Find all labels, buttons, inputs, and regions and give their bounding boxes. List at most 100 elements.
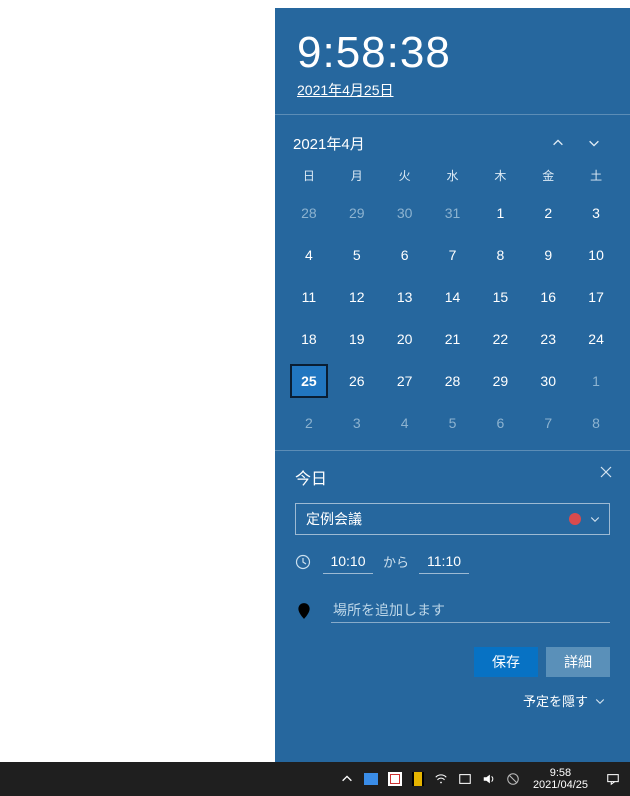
wifi-icon bbox=[434, 772, 448, 786]
calendar-month-title[interactable]: 2021年4月 bbox=[293, 133, 365, 154]
calendar-day[interactable]: 26 bbox=[333, 360, 381, 402]
tray-ime-button[interactable] bbox=[453, 762, 477, 796]
calendar-header: 2021年4月 bbox=[285, 125, 620, 161]
prev-month-button[interactable] bbox=[540, 127, 576, 159]
calendar-day[interactable]: 19 bbox=[333, 318, 381, 360]
clock-icon bbox=[295, 554, 313, 570]
monitor-icon bbox=[364, 773, 378, 785]
calendar-color-dot bbox=[569, 513, 581, 525]
event-time-row: から bbox=[295, 549, 610, 574]
location-input[interactable] bbox=[331, 598, 610, 623]
calendar-day[interactable]: 6 bbox=[381, 234, 429, 276]
end-time-input[interactable] bbox=[419, 549, 469, 574]
tray-network-button[interactable] bbox=[429, 762, 453, 796]
calendar-day[interactable]: 20 bbox=[381, 318, 429, 360]
location-icon bbox=[295, 602, 313, 620]
calendar-day[interactable]: 2 bbox=[285, 402, 333, 444]
start-time-input[interactable] bbox=[323, 549, 373, 574]
event-subject-dropdown[interactable]: 定例会議 bbox=[295, 503, 610, 535]
calendar-day[interactable]: 7 bbox=[524, 402, 572, 444]
close-button[interactable] bbox=[600, 465, 612, 483]
next-month-button[interactable] bbox=[576, 127, 612, 159]
event-subject-text: 定例会議 bbox=[306, 509, 569, 529]
clock-block: 9:58:38 2021年4月25日 bbox=[275, 8, 630, 114]
calendar-day[interactable]: 30 bbox=[524, 360, 572, 402]
taskbar: 9:58 2021/04/25 bbox=[0, 762, 630, 796]
action-center-button[interactable] bbox=[596, 762, 630, 796]
calendar-day-today[interactable]: 25 bbox=[285, 360, 333, 402]
notification-icon bbox=[606, 772, 620, 786]
calendar-day[interactable]: 7 bbox=[429, 234, 477, 276]
calendar-day[interactable]: 1 bbox=[572, 360, 620, 402]
calendar-day[interactable]: 21 bbox=[429, 318, 477, 360]
tray-volume-button[interactable] bbox=[477, 762, 501, 796]
calendar-day[interactable]: 14 bbox=[429, 276, 477, 318]
chevron-down-icon bbox=[587, 136, 601, 150]
calendar-day[interactable]: 10 bbox=[572, 234, 620, 276]
calendar-day[interactable]: 31 bbox=[429, 192, 477, 234]
speaker-icon bbox=[482, 772, 496, 786]
chevron-up-icon bbox=[340, 772, 354, 786]
calendar-day[interactable]: 2 bbox=[524, 192, 572, 234]
calendar-dow: 木 bbox=[476, 161, 524, 192]
calendar-day[interactable]: 15 bbox=[476, 276, 524, 318]
calendar-day[interactable]: 6 bbox=[476, 402, 524, 444]
calendar-block: 2021年4月 日月火水木金土2829303112345678910111213… bbox=[275, 115, 630, 450]
event-block: 今日 定例会議 から 保存 詳細 bbox=[275, 451, 630, 720]
ime-icon bbox=[458, 772, 472, 786]
calendar-day[interactable]: 24 bbox=[572, 318, 620, 360]
calendar-grid: 日月火水木金土282930311234567891011121314151617… bbox=[285, 161, 620, 444]
calendar-dow: 水 bbox=[429, 161, 477, 192]
calendar-day[interactable]: 5 bbox=[333, 234, 381, 276]
calendar-day[interactable]: 28 bbox=[429, 360, 477, 402]
calendar-dow: 火 bbox=[381, 161, 429, 192]
app-icon bbox=[412, 772, 424, 786]
chevron-down-icon bbox=[589, 513, 601, 525]
calendar-day[interactable]: 22 bbox=[476, 318, 524, 360]
calendar-day[interactable]: 3 bbox=[333, 402, 381, 444]
calendar-day[interactable]: 12 bbox=[333, 276, 381, 318]
tray-overflow-button[interactable] bbox=[335, 762, 359, 796]
calendar-day[interactable]: 11 bbox=[285, 276, 333, 318]
taskbar-clock[interactable]: 9:58 2021/04/25 bbox=[525, 767, 596, 791]
save-button[interactable]: 保存 bbox=[474, 647, 538, 677]
calendar-day[interactable]: 17 bbox=[572, 276, 620, 318]
calendar-day[interactable]: 3 bbox=[572, 192, 620, 234]
calendar-day[interactable]: 29 bbox=[476, 360, 524, 402]
calendar-day[interactable]: 16 bbox=[524, 276, 572, 318]
tray-sync-button[interactable] bbox=[501, 762, 525, 796]
chevron-up-icon bbox=[551, 136, 565, 150]
system-tray: 9:58 2021/04/25 bbox=[335, 762, 630, 796]
chevron-down-icon bbox=[594, 695, 606, 707]
calendar-day[interactable]: 1 bbox=[476, 192, 524, 234]
calendar-dow: 土 bbox=[572, 161, 620, 192]
event-location-row bbox=[295, 598, 610, 623]
calendar-day[interactable]: 30 bbox=[381, 192, 429, 234]
calendar-day[interactable]: 18 bbox=[285, 318, 333, 360]
tray-app-icon[interactable] bbox=[383, 762, 407, 796]
calendar-day[interactable]: 4 bbox=[285, 234, 333, 276]
calendar-day[interactable]: 8 bbox=[476, 234, 524, 276]
calendar-day[interactable]: 27 bbox=[381, 360, 429, 402]
calendar-day[interactable]: 29 bbox=[333, 192, 381, 234]
calendar-day[interactable]: 4 bbox=[381, 402, 429, 444]
hide-agenda-label: 予定を隠す bbox=[523, 691, 588, 710]
button-row: 保存 詳細 bbox=[295, 647, 610, 677]
calendar-day[interactable]: 13 bbox=[381, 276, 429, 318]
clock-calendar-flyout: 9:58:38 2021年4月25日 2021年4月 日月火水木金土282930… bbox=[275, 8, 630, 762]
calendar-dow: 日 bbox=[285, 161, 333, 192]
agenda-title: 今日 bbox=[295, 465, 327, 489]
calendar-dow: 金 bbox=[524, 161, 572, 192]
tray-app-icon[interactable] bbox=[359, 762, 383, 796]
capture-icon bbox=[388, 772, 402, 786]
calendar-day[interactable]: 5 bbox=[429, 402, 477, 444]
detail-button[interactable]: 詳細 bbox=[546, 647, 610, 677]
calendar-day[interactable]: 9 bbox=[524, 234, 572, 276]
hide-agenda-link[interactable]: 予定を隠す bbox=[295, 691, 610, 710]
calendar-day[interactable]: 28 bbox=[285, 192, 333, 234]
calendar-day[interactable]: 8 bbox=[572, 402, 620, 444]
tray-app-icon[interactable] bbox=[407, 762, 429, 796]
from-label: から bbox=[383, 552, 409, 571]
clock-date-link[interactable]: 2021年4月25日 bbox=[297, 80, 394, 100]
calendar-day[interactable]: 23 bbox=[524, 318, 572, 360]
